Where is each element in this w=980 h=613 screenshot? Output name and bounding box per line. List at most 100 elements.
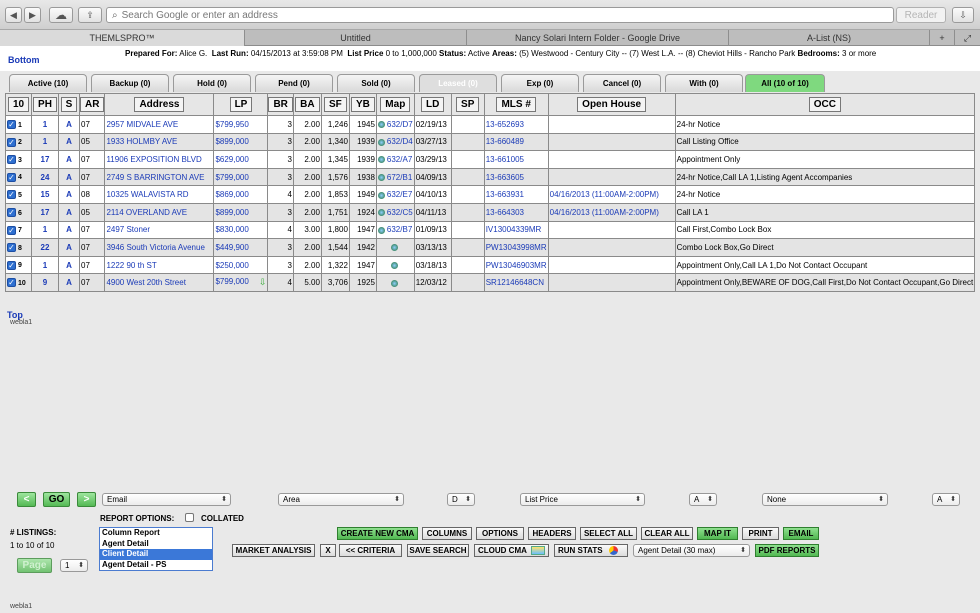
table-row[interactable]: ✓ 4 24 A 07 2749 S BARRINGTON AVE $799,000 3 2.0… (5, 167, 976, 187)
browser-tab[interactable]: Nancy Solari Intern Folder - Google Driv… (467, 30, 729, 46)
col-sf[interactable]: SF (320, 93, 350, 116)
row-select[interactable]: ✓ 2 (5, 132, 32, 152)
table-row[interactable]: ✓ 5 15 A 08 10325 WALAVISTA RD $869,000 4 2.00 1,… (5, 185, 976, 204)
new-tab-button[interactable]: + (930, 30, 955, 46)
photo-count-link[interactable]: 17 (31, 150, 59, 169)
list-price[interactable]: $799,000 (213, 167, 269, 187)
col-s[interactable]: S (58, 93, 80, 116)
create-cma-button[interactable]: CREATE NEW CMA (337, 527, 418, 540)
address-link[interactable]: 1222 90 th ST (104, 255, 215, 275)
checkbox-checked-icon[interactable]: ✓ (7, 207, 16, 217)
row-select[interactable]: ✓ 8 (5, 238, 32, 257)
mls-link[interactable]: 13-660489 (483, 132, 549, 152)
row-select[interactable]: ✓ 10 (5, 273, 32, 292)
row-select[interactable]: ✓ 6 (5, 202, 32, 222)
report-option[interactable]: Agent Detail (100, 539, 212, 550)
list-price[interactable]: $899,000 (213, 202, 269, 222)
sort2-select[interactable]: Area ⬍ (278, 493, 404, 506)
reader-button[interactable]: Reader (896, 7, 946, 23)
col-sp[interactable]: SP (450, 93, 485, 116)
mls-link[interactable]: 13-652693 (483, 115, 549, 134)
address-link[interactable]: 10325 WALAVISTA RD (104, 185, 215, 204)
sort7-select[interactable]: A ⬍ (932, 493, 960, 506)
col-address[interactable]: Address (104, 93, 215, 116)
col-occ[interactable]: OCC (674, 93, 976, 116)
photo-count-link[interactable]: 17 (31, 202, 59, 222)
headers-button[interactable]: HEADERS (528, 527, 576, 540)
table-row[interactable]: ✓ 9 1 A 07 1222 90 th ST $250,000 3 2.00 1,322 194… (5, 255, 976, 275)
photo-count-link[interactable]: 1 (31, 255, 59, 275)
list-price[interactable]: $250,000 (213, 255, 269, 275)
tab-pend[interactable]: Pend (0) (255, 74, 333, 92)
checkbox-checked-icon[interactable]: ✓ (7, 190, 16, 200)
market-analysis-button[interactable]: MARKET ANALYSIS (232, 544, 315, 557)
photo-count-link[interactable]: 15 (31, 185, 59, 204)
address-link[interactable]: 2957 MIDVALE AVE (104, 115, 215, 134)
address-link[interactable]: 11906 EXPOSITION BLVD (104, 150, 215, 169)
map-it-button[interactable]: MAP IT (697, 527, 738, 540)
checkbox-checked-icon[interactable]: ✓ (7, 225, 16, 235)
tab-with[interactable]: With (0) (665, 74, 743, 92)
tab-leased[interactable]: Leased (0) (419, 74, 497, 92)
mls-link[interactable]: 13-664303 (483, 202, 549, 222)
checkbox-checked-icon[interactable]: ✓ (7, 155, 16, 165)
report-option[interactable]: Agent Detail - PS (100, 560, 212, 571)
sort3-select[interactable]: D ⬍ (447, 493, 475, 506)
icloud-tabs-button[interactable]: ☁ (49, 7, 73, 23)
address-link[interactable]: 4900 West 20th Street (104, 273, 215, 292)
back-button[interactable]: ◀ (5, 7, 22, 23)
sort5-select[interactable]: A ⬍ (689, 493, 717, 506)
address-link[interactable]: 3946 South Victoria Avenue (104, 238, 215, 257)
tab-cancel[interactable]: Cancel (0) (583, 74, 661, 92)
photo-count-link[interactable]: 24 (31, 167, 59, 187)
checkbox-checked-icon[interactable]: ✓ (7, 278, 16, 288)
checkbox-checked-icon[interactable]: ✓ (7, 137, 16, 147)
map-link[interactable] (375, 255, 415, 275)
tab-active[interactable]: Active (10) (9, 74, 87, 92)
map-link[interactable]: 632/B7 (375, 220, 415, 240)
checkbox-checked-icon[interactable]: ✓ (7, 172, 16, 182)
map-link[interactable] (375, 238, 415, 257)
address-link[interactable]: 1933 HOLMBY AVE (104, 132, 215, 152)
list-price[interactable]: $830,000 (213, 220, 269, 240)
map-link[interactable]: 632/A7 (375, 150, 415, 169)
detail-select[interactable]: Agent Detail (30 max) ⬍ (633, 544, 750, 557)
go-button[interactable]: GO (43, 492, 70, 507)
print-button[interactable]: PRINT (742, 527, 779, 540)
sort4-select[interactable]: List Price ⬍ (520, 493, 645, 506)
table-row[interactable]: ✓ 10 9 A 07 4900 West 20th Street $799,000 ⇩ 4 5.… (5, 273, 976, 292)
table-row[interactable]: ✓ 6 17 A 05 2114 OVERLAND AVE $899,000 3 2.00 1,7… (5, 202, 976, 222)
row-select[interactable]: ✓ 3 (5, 150, 32, 169)
photo-count-link[interactable]: 1 (31, 220, 59, 240)
table-row[interactable]: ✓ 8 22 A 07 3946 South Victoria Avenue $449,90… (5, 238, 976, 257)
row-select[interactable]: ✓ 4 (5, 167, 32, 187)
tab-all[interactable]: All (10 of 10) (745, 74, 825, 92)
email-button[interactable]: EMAIL (783, 527, 819, 540)
row-select[interactable]: ✓ 7 (5, 220, 32, 240)
table-row[interactable]: ✓ 7 1 A 07 2497 Stoner $830,000 4 3.00 1,800 1947 6… (5, 220, 976, 240)
share-button[interactable]: ⇪ (78, 7, 102, 23)
map-link[interactable] (375, 273, 415, 292)
address-link[interactable]: 2114 OVERLAND AVE (104, 202, 215, 222)
col-map[interactable]: Map (375, 93, 415, 116)
collated-checkbox[interactable] (185, 513, 194, 522)
address-link[interactable]: 2497 Stoner (104, 220, 215, 240)
download-button[interactable]: ⇩ (952, 7, 974, 23)
list-price[interactable]: $629,000 (213, 150, 269, 169)
browser-tab[interactable]: A-List (NS) (729, 30, 930, 46)
mls-link[interactable]: 13-661005 (483, 150, 549, 169)
col-br[interactable]: BR (267, 93, 294, 116)
table-row[interactable]: ✓ 1 1 A 07 2957 MIDVALE AVE $799,950 3 2.00 1,246… (5, 115, 976, 134)
col-ar[interactable]: AR (78, 93, 106, 116)
photo-count-link[interactable]: 22 (31, 238, 59, 257)
criteria-button[interactable]: << CRITERIA (339, 544, 402, 557)
map-link[interactable]: 632/D4 (375, 132, 415, 152)
tab-sold[interactable]: Sold (0) (337, 74, 415, 92)
sort1-select[interactable]: Email ⬍ (102, 493, 231, 506)
map-link[interactable]: 672/B1 (375, 167, 415, 187)
bottom-link[interactable]: Bottom (8, 55, 40, 65)
save-search-button[interactable]: SAVE SEARCH (407, 544, 469, 557)
col-ba[interactable]: BA (292, 93, 322, 116)
close-button[interactable]: X (320, 544, 336, 557)
clear-all-button[interactable]: CLEAR ALL (641, 527, 693, 540)
